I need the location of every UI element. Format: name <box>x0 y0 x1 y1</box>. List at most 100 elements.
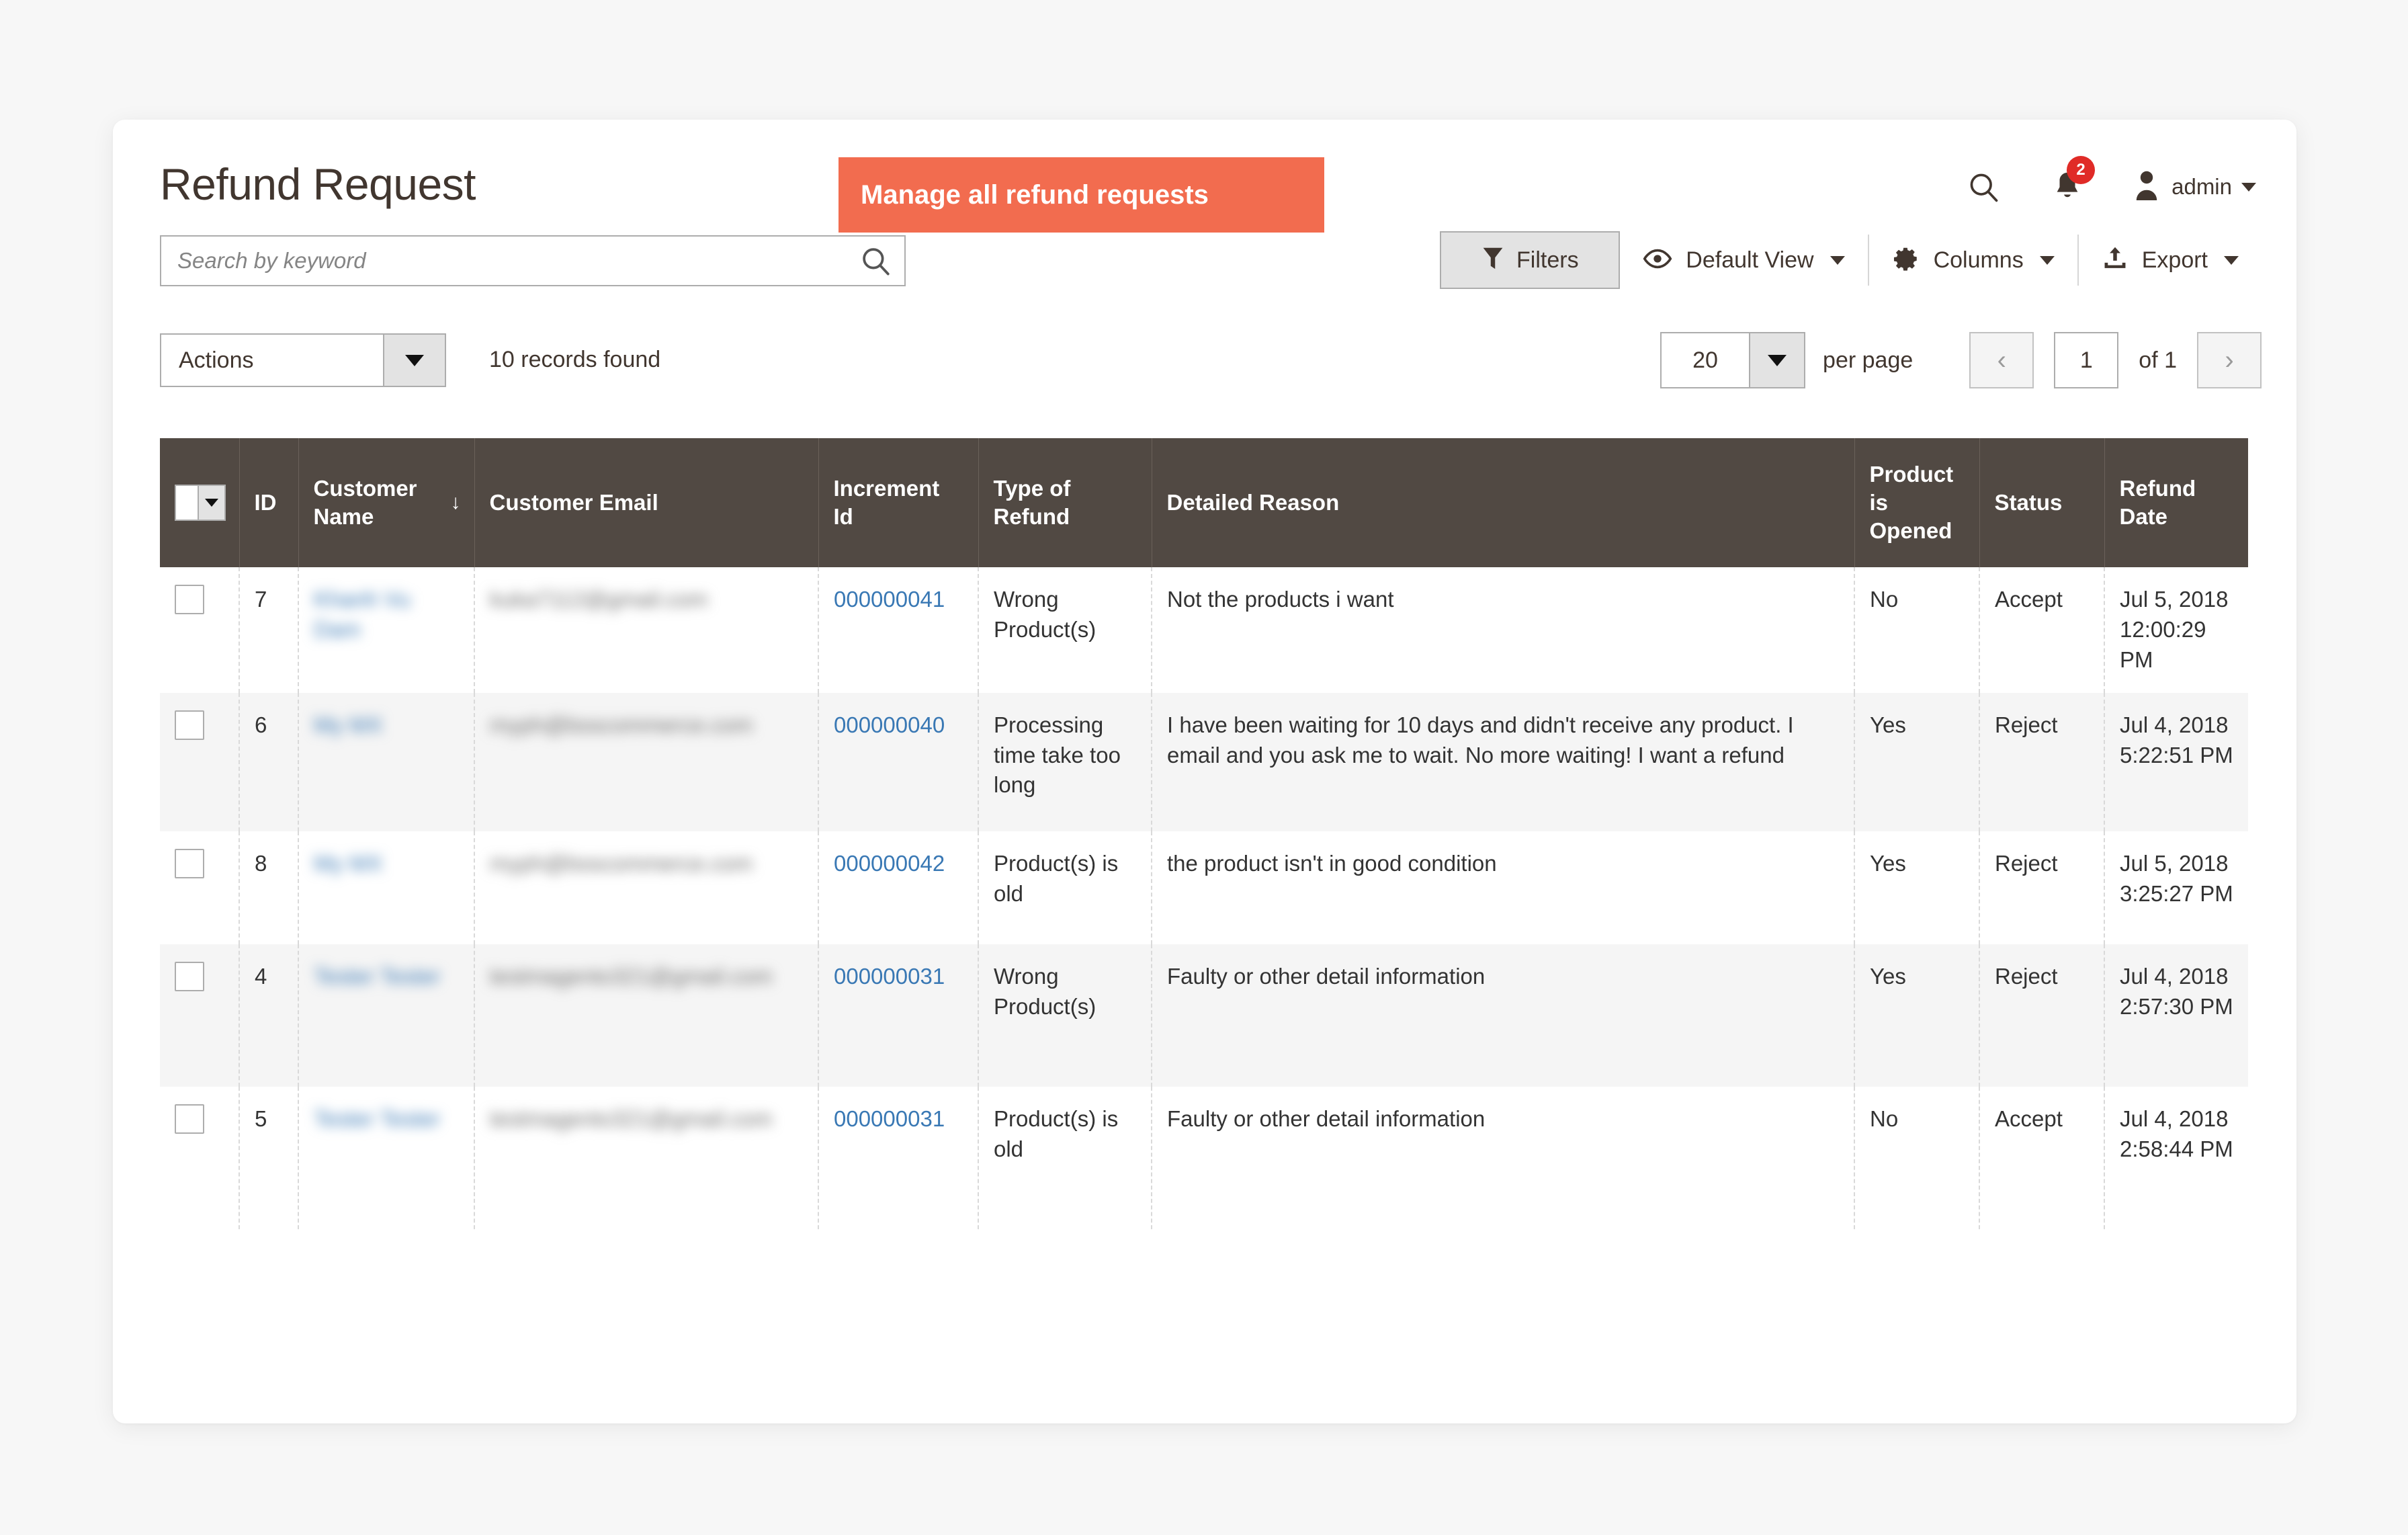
gear-icon <box>1892 245 1920 276</box>
cell-id: 6 <box>239 692 299 831</box>
grid-header-row: ID Customer Name ↓ Customer Email Increm… <box>160 438 2248 567</box>
cell-increment-id[interactable]: 000000041 <box>818 567 979 693</box>
actions-dropdown-arrow[interactable] <box>383 335 445 386</box>
cell-product-is-opened: Yes <box>1854 692 1980 831</box>
header-icon-group: 2 admin <box>1966 153 2256 220</box>
increment-id-link[interactable]: 000000031 <box>834 964 945 989</box>
column-header-type-of-refund[interactable]: Type of Refund <box>978 438 1152 567</box>
chevron-down-icon <box>2224 255 2239 265</box>
column-header-customer-name[interactable]: Customer Name ↓ <box>298 438 475 567</box>
cell-refund-date: Jul 4, 2018 2:58:44 PM <box>2104 1086 2248 1229</box>
per-page-dropdown[interactable]: 20 <box>1660 332 1806 388</box>
cell-id: 7 <box>239 567 299 693</box>
select-all-dropdown[interactable] <box>175 485 226 521</box>
column-header-customer-name-label: Customer Name <box>313 475 417 529</box>
column-header-refund-date[interactable]: Refund Date <box>2104 438 2248 567</box>
cell-status: Reject <box>1979 831 2105 944</box>
actions-dropdown[interactable]: Actions <box>160 333 446 387</box>
cell-id: 8 <box>239 831 299 944</box>
export-upload-icon <box>2102 245 2128 276</box>
cell-status: Accept <box>1979 1086 2105 1229</box>
row-checkbox[interactable] <box>175 585 204 614</box>
per-page-dropdown-arrow[interactable] <box>1749 333 1805 387</box>
grid-body: 7 Khanh Vu Dam kuka7112@gmail.com 000000041… <box>160 567 2248 1229</box>
next-page-button[interactable]: › <box>2197 332 2262 388</box>
table-row[interactable]: 8 My MX myph@bsscommerce.com 000000042 Produ… <box>160 831 2248 944</box>
cell-increment-id[interactable]: 000000040 <box>818 692 979 831</box>
cell-customer-email: testmagento321@gmail.com <box>474 1086 819 1229</box>
row-select-cell[interactable] <box>160 567 240 693</box>
table-row[interactable]: 6 My MX myph@bsscommerce.com 000000040 Proce… <box>160 692 2248 831</box>
row-select-cell[interactable] <box>160 944 240 1087</box>
cell-status: Accept <box>1979 567 2105 693</box>
screenshot-root: Refund Request Manage all refund request… <box>0 0 2408 1535</box>
cell-product-is-opened: No <box>1854 1086 1980 1229</box>
cell-refund-date: Jul 5, 2018 12:00:29 PM <box>2104 567 2248 693</box>
select-all-checkbox[interactable] <box>176 486 198 520</box>
cell-type-of-refund: Processing time take too long <box>978 692 1152 831</box>
cell-customer-name: Tester Tester <box>298 1086 475 1229</box>
cell-detailed-reason: Not the products i want <box>1152 567 1855 693</box>
row-checkbox[interactable] <box>175 848 204 878</box>
column-header-increment-id[interactable]: Increment Id <box>818 438 979 567</box>
default-view-dropdown[interactable]: Default View <box>1620 231 1867 289</box>
column-header-detailed-reason[interactable]: Detailed Reason <box>1152 438 1855 567</box>
filter-funnel-icon <box>1481 247 1504 274</box>
row-checkbox[interactable] <box>175 961 204 991</box>
cell-increment-id[interactable]: 000000031 <box>818 1086 979 1229</box>
cell-refund-date: Jul 5, 2018 3:25:27 PM <box>2104 831 2248 944</box>
increment-id-link[interactable]: 000000040 <box>834 712 945 737</box>
cell-detailed-reason: the product isn't in good condition <box>1152 831 1855 944</box>
customer-name-redacted: My MX <box>314 850 383 876</box>
cell-customer-email: myph@bsscommerce.com <box>474 692 819 831</box>
export-label: Export <box>2141 247 2208 273</box>
cell-id: 5 <box>239 1086 299 1229</box>
row-select-cell[interactable] <box>160 831 240 944</box>
cell-customer-email: kuka7112@gmail.com <box>474 567 819 693</box>
table-row[interactable]: 7 Khanh Vu Dam kuka7112@gmail.com 000000041… <box>160 567 2248 693</box>
increment-id-link[interactable]: 000000041 <box>834 587 945 612</box>
table-row[interactable]: 4 Tester Tester testmagento321@gmail.com 00… <box>160 944 2248 1087</box>
table-row[interactable]: 5 Tester Tester testmagento321@gmail.com 00… <box>160 1086 2248 1229</box>
previous-page-button[interactable]: ‹ <box>1969 332 2034 388</box>
cell-type-of-refund: Wrong Product(s) <box>978 944 1152 1087</box>
cell-customer-email: testmagento321@gmail.com <box>474 944 819 1087</box>
column-header-status[interactable]: Status <box>1979 438 2105 567</box>
cell-customer-name: Tester Tester <box>298 944 475 1087</box>
column-header-product-is-opened[interactable]: Product is Opened <box>1854 438 1980 567</box>
records-found-label: 10 records found <box>489 347 661 372</box>
column-header-customer-email[interactable]: Customer Email <box>474 438 819 567</box>
notifications-bell-icon[interactable]: 2 <box>2052 156 2096 204</box>
pagination-controls: 20 per page ‹ 1 of 1 › <box>1660 332 2262 388</box>
row-select-cell[interactable] <box>160 1086 240 1229</box>
row-checkbox[interactable] <box>175 1104 204 1134</box>
export-dropdown[interactable]: Export <box>2079 231 2262 289</box>
user-menu[interactable]: admin <box>2133 169 2256 205</box>
cell-detailed-reason: Faulty or other detail information <box>1152 944 1855 1087</box>
caret-down-icon <box>1768 354 1787 366</box>
cell-increment-id[interactable]: 000000031 <box>818 944 979 1087</box>
cell-refund-date: Jul 4, 2018 2:57:30 PM <box>2104 944 2248 1087</box>
cell-status: Reject <box>1979 944 2105 1087</box>
per-page-value: 20 <box>1692 347 1718 373</box>
current-page-input[interactable]: 1 <box>2054 332 2119 388</box>
filters-label: Filters <box>1516 247 1579 273</box>
increment-id-link[interactable]: 000000042 <box>834 851 945 876</box>
column-header-id[interactable]: ID <box>239 438 299 567</box>
filters-button[interactable]: Filters <box>1440 231 1621 289</box>
global-search-icon[interactable] <box>1966 169 2001 204</box>
columns-dropdown[interactable]: Columns <box>1869 231 2077 289</box>
search-submit-button[interactable] <box>847 237 904 285</box>
cell-status: Reject <box>1979 692 2105 831</box>
row-select-cell[interactable] <box>160 692 240 831</box>
keyword-search-box[interactable] <box>160 235 906 286</box>
cell-customer-name: My MX <box>298 831 475 944</box>
cell-type-of-refund: Product(s) is old <box>978 1086 1152 1229</box>
select-all-arrow[interactable] <box>198 486 224 520</box>
search-input[interactable] <box>161 237 847 285</box>
cell-increment-id[interactable]: 000000042 <box>818 831 979 944</box>
columns-label: Columns <box>1933 247 2024 273</box>
banner-label: Manage all refund requests <box>861 179 1209 210</box>
increment-id-link[interactable]: 000000031 <box>834 1106 945 1131</box>
row-checkbox[interactable] <box>175 710 204 740</box>
